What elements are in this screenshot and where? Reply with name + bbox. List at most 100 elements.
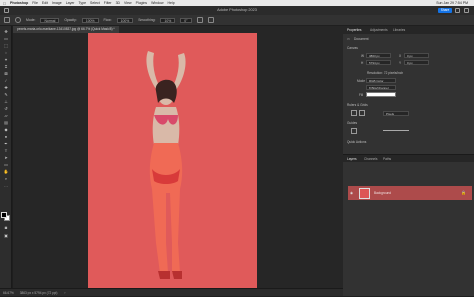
- tab-properties[interactable]: Properties: [347, 28, 362, 32]
- width-field[interactable]: 3863 px: [366, 53, 391, 58]
- document-size: 3863 px x 5794 px (72 ppi): [19, 291, 58, 295]
- brush-tool-preset-icon[interactable]: [4, 17, 10, 23]
- height-field[interactable]: 5794 px: [366, 60, 391, 65]
- tab-libraries[interactable]: Libraries: [393, 28, 405, 32]
- layer-name[interactable]: Background: [374, 191, 391, 195]
- y-field[interactable]: 0 px: [404, 60, 429, 65]
- lock-icon[interactable]: 🔒: [461, 190, 466, 195]
- menu-item-view[interactable]: View: [124, 1, 132, 5]
- frame-tool-icon[interactable]: ⊠: [3, 72, 9, 76]
- pen-tool-icon[interactable]: ✒: [3, 142, 9, 146]
- menu-item-photoshop[interactable]: Photoshop: [10, 1, 28, 5]
- eraser-tool-icon[interactable]: ▱: [3, 114, 9, 118]
- eye-icon[interactable]: ◉: [350, 191, 353, 195]
- share-button[interactable]: Share: [438, 8, 452, 13]
- menu-item-window[interactable]: Window: [151, 1, 163, 5]
- pressure-icon[interactable]: [196, 17, 203, 23]
- menu-item-3d[interactable]: 3D: [116, 1, 120, 5]
- rulers-grids-header[interactable]: Rulers & Grids: [347, 103, 368, 107]
- zoom-tool-icon[interactable]: ⌕: [3, 177, 9, 181]
- more-tools-icon[interactable]: …: [3, 184, 9, 188]
- grid-icon[interactable]: [359, 110, 365, 116]
- menu-item-layer[interactable]: Layer: [66, 1, 75, 5]
- marquee-tool-icon[interactable]: ⬚: [3, 44, 9, 48]
- document-icon: ▭: [347, 37, 351, 41]
- menu-item-edit[interactable]: Edit: [42, 1, 48, 5]
- opacity-field[interactable]: 100%: [81, 17, 99, 23]
- units-select[interactable]: Pixels: [383, 111, 409, 116]
- tab-adjustments[interactable]: Adjustments: [370, 28, 388, 32]
- document-canvas[interactable]: [88, 33, 257, 288]
- photo-figure-image: [146, 51, 186, 279]
- menubar-status-area: Sun Jan 29 7:54 PM: [436, 1, 474, 5]
- brush-size-picker-icon[interactable]: [15, 17, 21, 23]
- zoom-level[interactable]: 66.67%: [3, 291, 14, 295]
- crop-tool-icon[interactable]: ⌗: [3, 65, 9, 69]
- app-titlebar: Adobe Photoshop 2023 Share: [0, 6, 474, 15]
- guide-line-sample: [383, 130, 409, 131]
- menu-item-filter[interactable]: Filter: [104, 1, 112, 5]
- layers-panel: ◉ Background 🔒: [343, 162, 474, 296]
- foreground-color-swatch[interactable]: [1, 212, 7, 218]
- menu-item-select[interactable]: Select: [90, 1, 100, 5]
- mode-select[interactable]: Normal: [40, 17, 60, 23]
- quick-actions-header[interactable]: Quick Actions: [347, 140, 366, 144]
- symmetry-icon[interactable]: [207, 17, 214, 23]
- menu-item-type[interactable]: Type: [78, 1, 86, 5]
- canvas-area[interactable]: [13, 33, 343, 288]
- properties-panel-tabs: Properties Adjustments Libraries: [343, 26, 474, 34]
- x-label: X: [399, 54, 402, 58]
- blur-tool-icon[interactable]: ◆: [3, 128, 9, 132]
- dodge-tool-icon[interactable]: ●: [3, 135, 9, 139]
- path-select-tool-icon[interactable]: ➤: [3, 156, 9, 160]
- rectangle-tool-icon[interactable]: ▭: [3, 163, 9, 167]
- apple-icon[interactable]: : [3, 1, 6, 6]
- layer-thumbnail: [359, 188, 370, 199]
- smoothing-field[interactable]: 10%: [160, 17, 176, 23]
- layer-row[interactable]: ◉ Background 🔒: [348, 186, 472, 200]
- brush-tool-icon[interactable]: ✎: [3, 93, 9, 97]
- clone-stamp-tool-icon[interactable]: ⊥: [3, 100, 9, 104]
- eyedropper-tool-icon[interactable]: ⁄: [3, 79, 9, 83]
- type-tool-icon[interactable]: T: [3, 149, 9, 153]
- canvas-header[interactable]: Canvas: [347, 46, 358, 50]
- color-mode-select[interactable]: RGB Color: [366, 78, 396, 83]
- object-select-tool-icon[interactable]: ⌖: [3, 58, 9, 62]
- bit-depth-select[interactable]: 8 Bits/Channel: [366, 85, 396, 90]
- menu-item-plugins[interactable]: Plugins: [136, 1, 147, 5]
- history-brush-tool-icon[interactable]: ↺: [3, 107, 9, 111]
- menu-item-file[interactable]: File: [32, 1, 38, 5]
- search-icon[interactable]: [455, 8, 460, 13]
- menu-item-image[interactable]: Image: [52, 1, 62, 5]
- healing-brush-tool-icon[interactable]: ✚: [3, 86, 9, 90]
- opacity-label: Opacity:: [64, 18, 77, 22]
- tools-panel: ✥ ▭ ⬚ ◌ ⌖ ⌗ ⊠ ⁄ ✚ ✎ ⊥ ↺ ▱ ▤ ◆ ● ✒ T ➤ ▭ …: [0, 26, 12, 288]
- gradient-tool-icon[interactable]: ▤: [3, 121, 9, 125]
- ruler-icon[interactable]: [351, 110, 357, 116]
- document-tab[interactable]: pexels-maria-orlo-marikane-13410837.jpg …: [13, 26, 119, 33]
- clock: Sun Jan 29 7:54 PM: [436, 1, 468, 5]
- quick-mask-icon[interactable]: ◙: [3, 226, 9, 230]
- guides-icon[interactable]: [351, 128, 357, 134]
- hand-tool-icon[interactable]: ✋: [3, 170, 9, 174]
- tab-channels[interactable]: Channels: [364, 157, 377, 161]
- lasso-tool-icon[interactable]: ◌: [3, 51, 9, 55]
- screen-mode-icon[interactable]: ▣: [3, 234, 9, 238]
- angle-field[interactable]: 0°: [180, 17, 192, 23]
- workspace-icon[interactable]: [464, 8, 469, 13]
- move-tool-icon[interactable]: ✥: [3, 30, 9, 34]
- fill-color-swatch[interactable]: [366, 92, 396, 97]
- tab-paths[interactable]: Paths: [383, 157, 391, 161]
- status-bar: 66.67% 3863 px x 5794 px (72 ppi) ›: [0, 288, 343, 296]
- tab-layers[interactable]: Layers: [347, 157, 357, 161]
- x-field[interactable]: 0 px: [404, 53, 429, 58]
- artboard-tool-icon[interactable]: ▭: [3, 37, 9, 41]
- chevron-right-icon[interactable]: ›: [64, 291, 65, 295]
- menu-item-help[interactable]: Help: [168, 1, 175, 5]
- home-icon[interactable]: [4, 8, 9, 13]
- document-tab-bar: pexels-maria-orlo-marikane-13410837.jpg …: [13, 26, 343, 33]
- document-label: Document: [354, 37, 369, 41]
- flow-field[interactable]: 100%: [116, 17, 134, 23]
- guides-header[interactable]: Guides: [347, 121, 357, 125]
- resolution-text: Resolution: 72 pixels/inch: [367, 71, 404, 75]
